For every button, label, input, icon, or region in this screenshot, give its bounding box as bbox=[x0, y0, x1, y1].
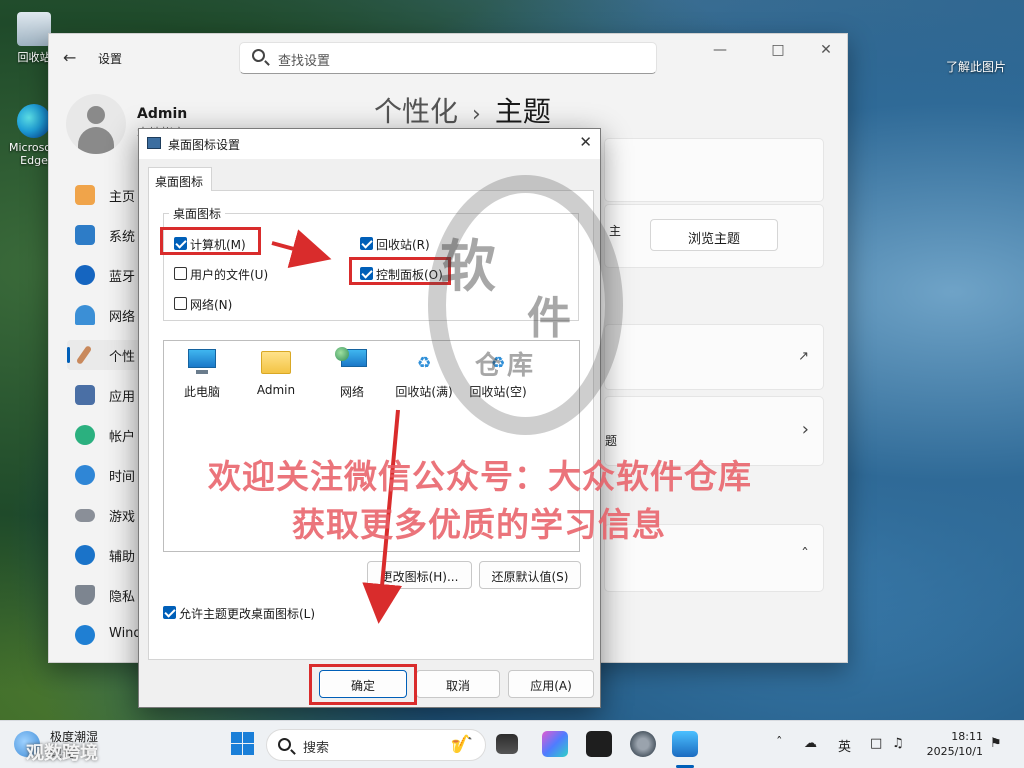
network-status-icon[interactable]: □ bbox=[870, 736, 882, 751]
arrow-to-control-panel bbox=[271, 229, 332, 268]
terminal-icon[interactable] bbox=[586, 731, 612, 757]
overlay-watermark-text: 观数跨境 bbox=[26, 743, 98, 764]
taskbar: 极度潮湿 现在 观数跨境 搜索 🎷 ˆ ☁ 英 □ ♫ 18:11 2025/1… bbox=[0, 720, 1024, 768]
notification-bell-icon[interactable]: ⚑ bbox=[990, 736, 1002, 751]
task-view-icon[interactable] bbox=[496, 734, 518, 754]
ime-indicator[interactable]: 英 bbox=[838, 736, 851, 755]
control-panel-icon[interactable] bbox=[672, 731, 698, 757]
watermark-seal-char: 仓 bbox=[475, 351, 502, 381]
copilot-icon[interactable] bbox=[542, 731, 568, 757]
settings-gear-icon[interactable] bbox=[630, 731, 656, 757]
search-highlight-icon: 🎷 bbox=[450, 734, 473, 755]
watermark-line-2: 获取更多优质的学习信息 bbox=[292, 505, 666, 544]
chevron-up-icon[interactable]: ˆ bbox=[776, 736, 783, 751]
watermark-seal-char: 件 bbox=[527, 293, 571, 344]
watermark-line-1: 欢迎关注微信公众号：大众软件仓库 bbox=[208, 457, 752, 496]
clock-time: 18:11 bbox=[951, 730, 983, 743]
search-placeholder: 搜索 bbox=[303, 741, 330, 756]
taskbar-search-input[interactable]: 搜索 🎷 bbox=[266, 729, 486, 761]
clock-date: 2025/10/1 bbox=[926, 745, 983, 758]
start-button[interactable] bbox=[230, 731, 256, 757]
watermark-seal-circle bbox=[428, 175, 623, 435]
tab-desktop-icons[interactable]: 桌面图标 bbox=[148, 167, 212, 191]
search-icon bbox=[278, 738, 291, 751]
watermark-seal-char: 软 bbox=[440, 235, 496, 300]
watermark-seal-char: 库 bbox=[507, 351, 534, 381]
cloud-icon[interactable]: ☁ bbox=[804, 736, 817, 751]
clock[interactable]: 18:11 2025/10/1 bbox=[925, 729, 983, 759]
volume-icon[interactable]: ♫ bbox=[892, 736, 904, 751]
